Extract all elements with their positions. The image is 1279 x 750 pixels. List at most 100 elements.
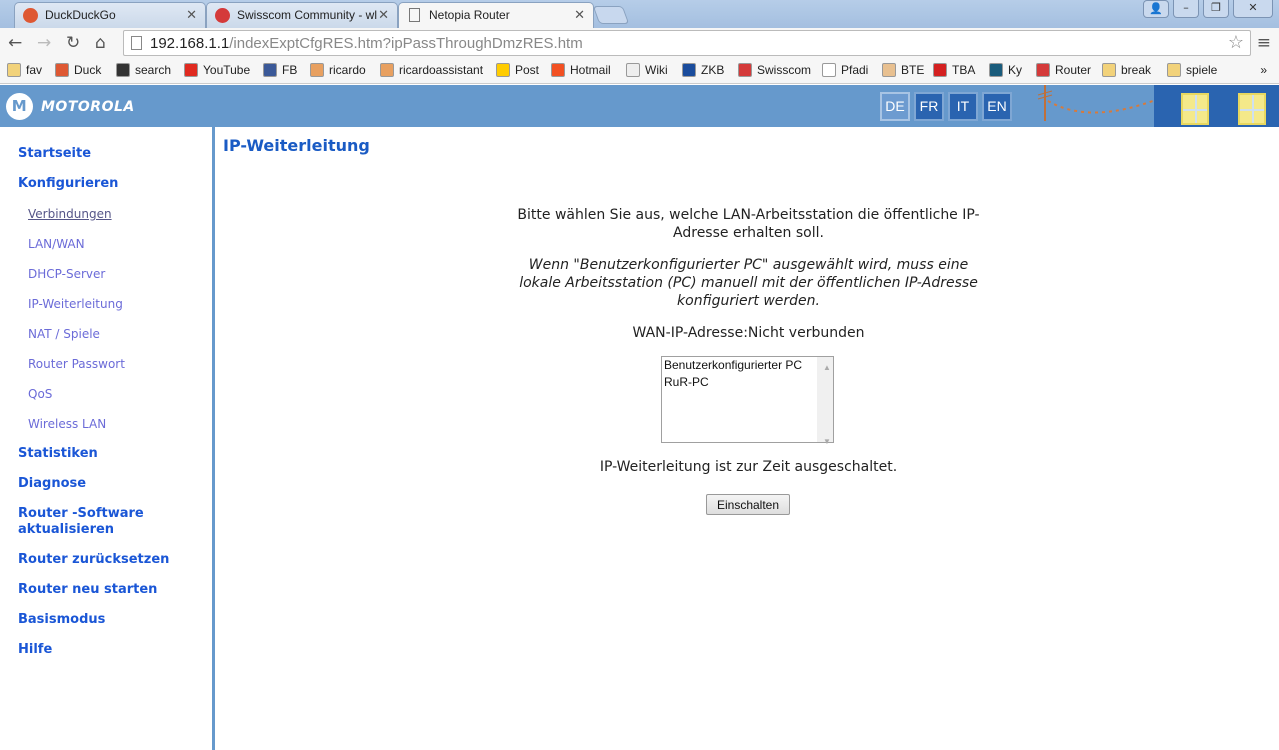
- bookmark-ricardo[interactable]: ricardo: [310, 63, 366, 77]
- bookmark-fb[interactable]: FB: [263, 63, 297, 77]
- user-icon[interactable]: 👤: [1143, 0, 1169, 18]
- wan-ip-value: Nicht verbunden: [747, 325, 865, 341]
- sidebar-item-router-neu-starten[interactable]: Router neu starten: [18, 582, 157, 598]
- window-icon: [1238, 93, 1266, 125]
- tab-duckduckgo[interactable]: DuckDuckGo ✕: [14, 2, 206, 28]
- sidebar-item-hilfe[interactable]: Hilfe: [18, 642, 52, 658]
- sidebar-item-dhcp-server[interactable]: DHCP-Server: [28, 266, 105, 282]
- duckduckgo-icon: [55, 63, 69, 77]
- url-path: /indexExptCfgRES.htm?ipPassThroughDmzRES…: [229, 35, 583, 52]
- bookmark-search[interactable]: search: [116, 63, 171, 77]
- bookmark-label: ZKB: [701, 63, 725, 77]
- tab-swisscom[interactable]: Swisscom Community - wl ✕: [206, 2, 398, 28]
- new-tab-button[interactable]: [592, 6, 630, 24]
- note-text: Wenn "Benutzerkonfigurierter PC" ausgewä…: [519, 257, 978, 309]
- sidebar-item-verbindungen[interactable]: Verbindungen: [28, 206, 112, 222]
- bookmark-youtube[interactable]: YouTube: [184, 63, 250, 77]
- tab-strip: DuckDuckGo ✕ Swisscom Community - wl ✕ Net…: [0, 0, 1279, 29]
- bookmark-break[interactable]: break: [1102, 63, 1151, 77]
- sidebar-item-wireless-lan[interactable]: Wireless LAN: [28, 416, 106, 432]
- bookmark-label: Router: [1055, 63, 1092, 77]
- bookmark-ky[interactable]: Ky: [989, 63, 1022, 77]
- bookmark-fav[interactable]: fav: [7, 63, 42, 77]
- motorola-m-icon: M: [6, 93, 33, 120]
- tba-icon: [933, 63, 947, 77]
- close-window-button[interactable]: ✕: [1233, 0, 1273, 18]
- bookmark-bte[interactable]: BTE: [882, 63, 924, 77]
- sidebar-item-router-zurücksetzen[interactable]: Router zurücksetzen: [18, 552, 169, 568]
- post-icon: [496, 63, 510, 77]
- page-icon: [822, 63, 836, 77]
- lang-fr[interactable]: FR: [914, 92, 944, 121]
- sidebar-item-startseite[interactable]: Startseite: [18, 146, 91, 162]
- wan-ip-label: WAN-IP-Adresse:: [632, 325, 748, 341]
- folder-icon: [1102, 63, 1116, 77]
- sidebar-item-router-passwort[interactable]: Router Passwort: [28, 356, 125, 372]
- lang-de[interactable]: DE: [880, 92, 910, 121]
- lang-it[interactable]: IT: [948, 92, 978, 121]
- tab-netopia-router[interactable]: Netopia Router ✕: [398, 2, 594, 29]
- minimize-button[interactable]: –: [1173, 0, 1199, 18]
- bookmark-ricardoassistant[interactable]: ricardoassistant: [380, 63, 483, 77]
- bookmarks-overflow[interactable]: »: [1260, 63, 1267, 77]
- bookmark-label: break: [1121, 63, 1152, 77]
- bookmark-tba[interactable]: TBA: [933, 63, 975, 77]
- bookmark-label: TBA: [952, 63, 976, 77]
- sidebar-item-ip-weiterleitung[interactable]: IP-Weiterleitung: [28, 296, 123, 312]
- s-icon: [116, 63, 130, 77]
- bookmark-label: Post: [515, 63, 540, 77]
- ball-icon: [882, 63, 896, 77]
- bookmark-hotmail[interactable]: Hotmail: [551, 63, 611, 77]
- sidebar-item-router-software-aktualisieren[interactable]: Router -Software aktualisieren: [18, 506, 168, 538]
- bookmark-wiki[interactable]: Wiki: [626, 63, 668, 77]
- star-icon[interactable]: ☆: [1228, 32, 1244, 53]
- bookmark-spiele[interactable]: spiele: [1167, 63, 1217, 77]
- tab-label: DuckDuckGo: [45, 8, 116, 22]
- sidebar-item-lan-wan[interactable]: LAN/WAN: [28, 236, 85, 252]
- page-title: IP-Weiterleitung: [223, 136, 370, 155]
- hand-icon: [380, 63, 394, 77]
- bookmark-pfadi[interactable]: Pfadi: [822, 63, 868, 77]
- enable-button[interactable]: Einschalten: [706, 494, 790, 515]
- sidebar-item-basismodus[interactable]: Basismodus: [18, 612, 105, 628]
- listbox-scrollbar[interactable]: ▲ ▼: [817, 357, 833, 446]
- bookmark-label: ricardoassistant: [399, 63, 484, 77]
- swisscom-icon: [738, 63, 752, 77]
- reload-icon[interactable]: ↻: [66, 33, 80, 53]
- bookmark-label: Duck: [74, 63, 102, 77]
- house-illustration: [1154, 85, 1279, 127]
- menu-icon[interactable]: ≡: [1257, 33, 1271, 53]
- swisscom-icon: [215, 8, 230, 23]
- back-icon[interactable]: ←: [8, 33, 22, 53]
- restore-button[interactable]: ❐: [1203, 0, 1229, 18]
- close-icon[interactable]: ✕: [574, 7, 585, 23]
- sidebar-item-nat-spiele[interactable]: NAT / Spiele: [28, 326, 100, 342]
- bookmark-router[interactable]: Router: [1036, 63, 1091, 77]
- sidebar: Startseite Konfigurieren Verbindungen LAN/W…: [0, 127, 215, 750]
- forward-icon[interactable]: →: [37, 33, 51, 53]
- hand-icon: [310, 63, 324, 77]
- wikipedia-icon: [626, 63, 640, 77]
- close-icon[interactable]: ✕: [378, 7, 389, 23]
- bookmark-post[interactable]: Post: [496, 63, 539, 77]
- bookmarks-bar: » fav Duck search YouTube FB ricardo ricardoas…: [0, 58, 1279, 84]
- sidebar-item-konfigurieren[interactable]: Konfigurieren: [18, 176, 118, 192]
- sidebar-item-qos[interactable]: QoS: [28, 386, 52, 402]
- station-listbox[interactable]: Benutzerkonfigurierter PC RuR-PC ▲ ▼: [661, 356, 834, 446]
- lang-en[interactable]: EN: [982, 92, 1012, 121]
- wan-ip-row: WAN-IP-Adresse:Nicht verbunden: [218, 324, 1279, 342]
- sidebar-item-diagnose[interactable]: Diagnose: [18, 476, 86, 492]
- bookmark-zkb[interactable]: ZKB: [682, 63, 724, 77]
- browser-toolbar: ← → ↻ ⌂ 192.168.1.1/indexExptCfgRES.htm?…: [0, 28, 1279, 58]
- home-icon[interactable]: ⌂: [95, 33, 106, 53]
- bookmark-label: Swisscom: [757, 63, 812, 77]
- page-icon: [409, 8, 420, 22]
- close-icon[interactable]: ✕: [186, 7, 197, 23]
- station-option[interactable]: Benutzerkonfigurierter PC: [662, 357, 833, 374]
- address-bar[interactable]: 192.168.1.1/indexExptCfgRES.htm?ipPassTh…: [123, 30, 1251, 56]
- bookmark-duck[interactable]: Duck: [55, 63, 101, 77]
- bookmark-label: Hotmail: [570, 63, 611, 77]
- station-option[interactable]: RuR-PC: [662, 374, 833, 391]
- bookmark-swisscom[interactable]: Swisscom: [738, 63, 811, 77]
- sidebar-item-statistiken[interactable]: Statistiken: [18, 446, 98, 462]
